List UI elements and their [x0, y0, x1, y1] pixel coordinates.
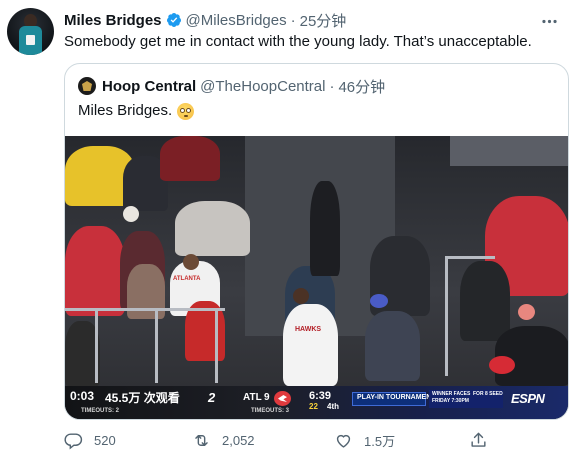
fan-figure: [460, 261, 510, 341]
railing: [445, 256, 495, 259]
tweet-text: Somebody get me in contact with the youn…: [64, 33, 532, 50]
author-name[interactable]: Miles Bridges: [64, 12, 162, 29]
avatar-jersey-number: [26, 35, 35, 45]
flushed-face-emoji-icon: [177, 102, 195, 120]
reply-count: 520: [94, 433, 116, 448]
fan-head: [183, 254, 199, 270]
fan-figure: [365, 311, 420, 381]
shot-clock: 22: [309, 402, 318, 411]
like-button[interactable]: 1.5万: [334, 431, 395, 450]
more-dots-icon: [541, 19, 557, 23]
quoted-tweet-timestamp[interactable]: 46分钟: [338, 76, 385, 97]
railing: [215, 308, 218, 383]
fan-figure: [160, 136, 220, 181]
player-figure: [283, 304, 338, 386]
fan-figure: [65, 226, 125, 316]
verified-badge-icon: [166, 12, 182, 28]
network-logo: ESPN: [511, 391, 545, 406]
more-options-button[interactable]: [539, 11, 559, 31]
railing: [445, 256, 448, 376]
game-clock: 6:39: [309, 390, 332, 402]
quarter: 4th: [327, 402, 339, 411]
quoted-tweet-text-row: Miles Bridges.: [78, 101, 195, 121]
like-count: 1.5万: [364, 434, 396, 449]
quoted-author-name[interactable]: Hoop Central: [102, 78, 196, 95]
fan-head: [518, 304, 535, 320]
tweet-header: Miles Bridges @MilesBridges · 25分钟: [64, 10, 346, 30]
timeouts-right: TIMEOUTS: 3: [251, 408, 290, 414]
reply-icon: [64, 433, 83, 450]
share-icon: [471, 432, 486, 447]
railing: [95, 308, 98, 383]
retweet-button[interactable]: 2,052: [192, 431, 255, 450]
fan-figure: [175, 201, 250, 256]
event-name: PLAY-IN TOURNAMENT: [357, 394, 436, 401]
heart-icon: [336, 434, 351, 448]
fan-jersey-text: ATLANTA: [173, 276, 201, 282]
video-elapsed-time: 0:03: [70, 389, 95, 403]
quoted-author-avatar[interactable]: [78, 77, 96, 95]
timeouts-left: TIMEOUTS: 2: [81, 408, 120, 414]
header-separator: ·: [290, 11, 296, 29]
hawks-logo-icon: [274, 391, 291, 406]
share-button[interactable]: [469, 431, 499, 450]
retweet-count: 2,052: [222, 433, 255, 448]
player-jersey-text: HAWKS: [295, 326, 322, 333]
fan-head: [123, 206, 139, 222]
tweet-actions-bar: 520 2,052 1.5万: [64, 425, 569, 457]
fan-figure: [310, 181, 340, 276]
tweet-card[interactable]: Miles Bridges @MilesBridges · 25分钟 Someb…: [0, 0, 573, 457]
railing: [65, 308, 225, 311]
retweet-icon: [195, 435, 208, 446]
fan-head: [370, 294, 388, 308]
author-handle[interactable]: @MilesBridges: [186, 12, 287, 29]
away-score: 2: [208, 390, 216, 405]
video-view-count: 45.5万 次观看: [105, 391, 180, 405]
tweet-timestamp[interactable]: 25分钟: [300, 10, 347, 31]
reply-button[interactable]: 520: [64, 431, 116, 450]
matchup-line-1: WINNER FACES: [432, 391, 471, 397]
railing: [155, 308, 158, 383]
upper-railing: [450, 136, 568, 166]
home-score: 9: [264, 392, 270, 403]
quoted-header-separator: ·: [329, 77, 335, 95]
fan-head: [293, 288, 309, 304]
author-avatar[interactable]: [7, 8, 54, 55]
fan-head: [489, 356, 515, 374]
quoted-author-handle[interactable]: @TheHoopCentral: [200, 78, 325, 95]
video-player[interactable]: 0:03 45.5万 次观看 2 ATL 9 TIMEOUTS: 2 TIMEO…: [65, 136, 568, 419]
quoted-tweet-text: Miles Bridges.: [78, 102, 173, 119]
matchup-date: FRIDAY 7:30PM: [432, 398, 469, 404]
quoted-tweet-header: Hoop Central @TheHoopCentral · 46分钟: [78, 76, 385, 96]
home-team: ATL: [243, 392, 262, 403]
quoted-tweet[interactable]: Hoop Central @TheHoopCentral · 46分钟 Mile…: [64, 63, 569, 420]
matchup-line-2: FOR 8 SEED: [473, 391, 503, 397]
